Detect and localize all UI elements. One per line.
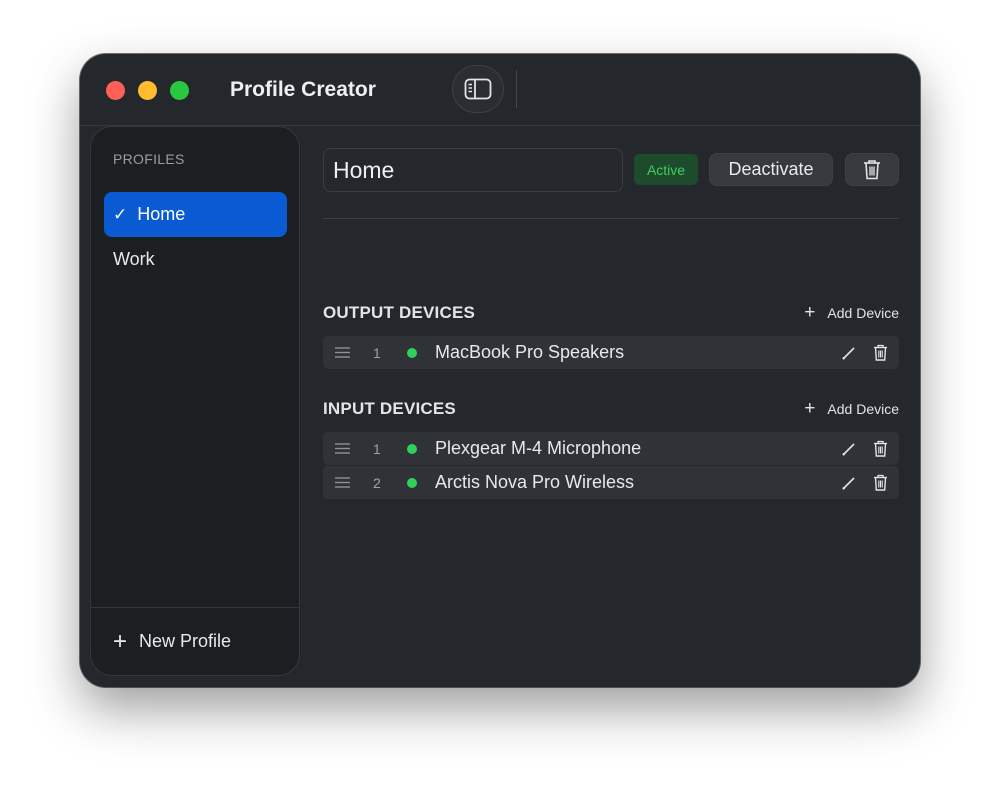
pencil-icon[interactable]: [841, 475, 857, 491]
plus-icon: +: [804, 398, 816, 419]
sidebar-item-label: Home: [137, 204, 186, 224]
plus-icon: +: [804, 302, 816, 323]
device-index: 1: [373, 440, 381, 457]
sidebar-item-home[interactable]: ✓ Home: [104, 192, 287, 237]
status-badge: Active: [634, 154, 698, 185]
trash-icon[interactable]: [873, 440, 888, 457]
pencil-icon[interactable]: [841, 345, 857, 361]
connected-status-dot: [407, 348, 417, 358]
section-divider: [323, 218, 899, 219]
plus-icon: +: [113, 627, 128, 655]
device-name: Arctis Nova Pro Wireless: [435, 472, 635, 492]
new-profile-label: New Profile: [139, 631, 232, 651]
sidebar-toggle-icon: [464, 78, 492, 100]
output-devices-title: OUTPUT DEVICES: [323, 303, 476, 322]
add-device-label: Add Device: [827, 400, 899, 417]
delete-profile-button[interactable]: [845, 153, 899, 186]
device-index: 2: [373, 474, 381, 491]
sidebar-item-work[interactable]: Work: [104, 237, 287, 282]
connected-status-dot: [407, 444, 417, 454]
device-index: 1: [373, 344, 381, 361]
input-device-row[interactable]: 2 Arctis Nova Pro Wireless: [323, 466, 899, 499]
minimize-window-button[interactable]: [138, 81, 157, 100]
add-device-label: Add Device: [827, 304, 899, 321]
sidebar-heading: PROFILES: [113, 151, 185, 167]
drag-handle-icon[interactable]: [335, 477, 350, 488]
profile-detail-pane: Active Deactivate OUTPUT DEVICES + Add D…: [323, 126, 899, 686]
add-output-device-button[interactable]: + Add Device: [804, 303, 899, 322]
device-name: Plexgear M-4 Microphone: [435, 438, 642, 458]
checkmark-icon: ✓: [113, 204, 128, 224]
trash-icon: [864, 160, 880, 180]
output-device-row[interactable]: 1 MacBook Pro Speakers: [323, 336, 899, 369]
sidebar-toggle-button[interactable]: [452, 65, 504, 113]
input-device-row[interactable]: 1 Plexgear M-4 Microphone: [323, 432, 899, 465]
app-window: Profile Creator PROFILES ✓ Home Work + N…: [80, 54, 920, 687]
titlebar-divider: [516, 70, 517, 108]
trash-icon[interactable]: [873, 474, 888, 491]
app-title: Profile Creator: [230, 78, 376, 101]
sidebar-item-label: Work: [113, 249, 155, 269]
drag-handle-icon[interactable]: [335, 443, 350, 454]
connected-status-dot: [407, 478, 417, 488]
profile-name-field[interactable]: [323, 148, 623, 192]
new-profile-button[interactable]: + New Profile: [91, 607, 299, 675]
zoom-window-button[interactable]: [170, 81, 189, 100]
sidebar: PROFILES ✓ Home Work + New Profile: [90, 126, 300, 676]
drag-handle-icon[interactable]: [335, 347, 350, 358]
trash-icon[interactable]: [873, 344, 888, 361]
close-window-button[interactable]: [106, 81, 125, 100]
deactivate-button[interactable]: Deactivate: [709, 153, 833, 186]
title-bar: Profile Creator: [80, 54, 920, 126]
input-devices-title: INPUT DEVICES: [323, 399, 456, 418]
add-input-device-button[interactable]: + Add Device: [804, 399, 899, 418]
pencil-icon[interactable]: [841, 441, 857, 457]
device-name: MacBook Pro Speakers: [435, 342, 625, 362]
